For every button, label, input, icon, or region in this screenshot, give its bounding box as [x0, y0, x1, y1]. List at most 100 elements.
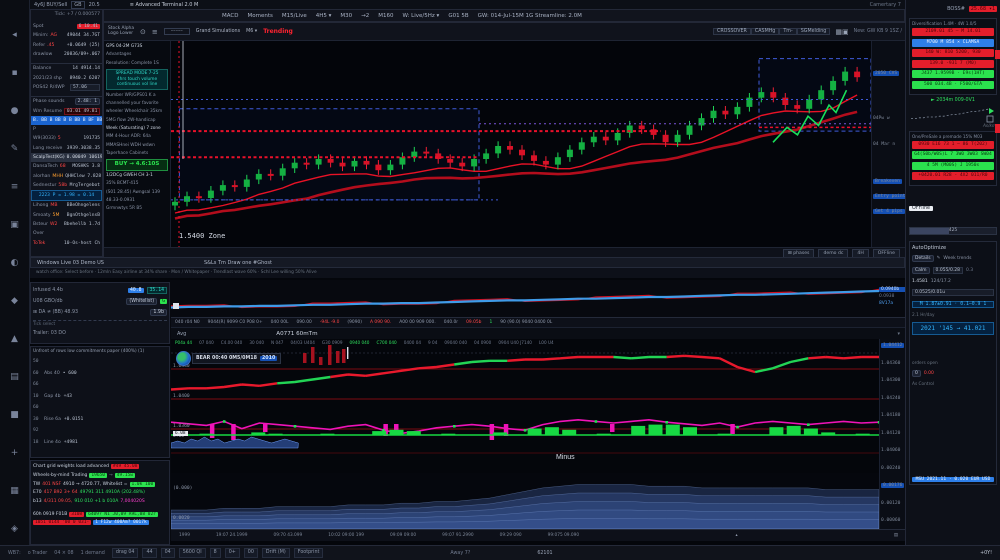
- market-row[interactable]: Long receive 3939.3038.35: [31, 144, 102, 153]
- market-row[interactable]: Lihong MB BBeOhngelens: [31, 201, 102, 210]
- tool-icon[interactable]: ≡: [7, 180, 23, 194]
- status-tab[interactable]: 8: [210, 548, 221, 558]
- tool-icon[interactable]: ◂: [7, 28, 23, 42]
- market-row[interactable]: Spot 6 10.41: [31, 22, 102, 31]
- timeframe-dropdown[interactable]: M6 ▾: [246, 29, 257, 34]
- status-tab[interactable]: Footprint: [294, 548, 324, 558]
- scroll-up-icon[interactable]: ▴: [735, 533, 737, 538]
- market-row[interactable]: DansaTech 68 MOSHKS 3.8: [31, 162, 102, 171]
- market-row[interactable]: Phase sounds 2.48: 1: [31, 97, 102, 106]
- market-row[interactable]: Refer .45 +0.0649 (25): [31, 41, 102, 50]
- grid-icon[interactable]: ▤: [894, 533, 898, 538]
- range-field[interactable]: 0.055/0.28: [933, 267, 963, 274]
- market-row[interactable]: ToTek 10-Os-host Ch: [31, 239, 102, 248]
- menu-item[interactable]: MACD: [222, 13, 239, 19]
- depth-row[interactable]: 60: [33, 402, 167, 414]
- chevron-down-icon[interactable]: ▾: [897, 331, 900, 337]
- ladder-row[interactable]: 140 W: 810 5200, 930: [912, 49, 994, 57]
- journal-log-panel[interactable]: Chart grid weights load advanced#49 45.0…: [30, 460, 170, 545]
- depth-row[interactable]: 10 Gap 4b +43: [33, 391, 167, 403]
- ladder-row[interactable]: 2109.01 45 — M 14.01: [912, 28, 994, 36]
- gear-icon[interactable]: ⊙: [140, 28, 146, 36]
- ladder-row[interactable]: 0930 E16 73 1 — 86 T(202): [912, 141, 994, 149]
- depth-row[interactable]: 50: [33, 356, 167, 368]
- market-row[interactable]: Over: [31, 229, 102, 238]
- tool-icon[interactable]: +: [7, 446, 23, 460]
- depth-row[interactable]: 18 Line 4o +4981: [33, 437, 167, 449]
- market-row[interactable]: Smoaty 5M BgnOthgelnsB: [31, 211, 102, 220]
- menu-item[interactable]: G01 5B: [448, 13, 468, 19]
- tool-icon[interactable]: ◆: [7, 294, 23, 308]
- status-tab[interactable]: Drift (M): [262, 548, 290, 558]
- market-row[interactable]: P: [31, 125, 102, 134]
- account-chip[interactable]: GB: [71, 1, 84, 9]
- signal-row[interactable]: ⊞ DA ≠ (BB) 48.93 1.9b: [33, 307, 167, 318]
- tool-icon[interactable]: ▣: [7, 218, 23, 232]
- status-tab[interactable]: 00: [244, 548, 258, 558]
- main-candlestick-chart[interactable]: 1.5400 Zone: [171, 41, 871, 247]
- offline-button[interactable]: OFFline: [909, 206, 933, 211]
- ladder-row[interactable]: 4 5M (M00S) J 1950s: [912, 162, 994, 170]
- market-row[interactable]: drawlow 20836/09+.067: [31, 50, 102, 59]
- tool-icon[interactable]: ◐: [7, 256, 23, 270]
- range-selector[interactable]: –––––: [164, 28, 190, 35]
- status-tab[interactable]: 5600 QI: [179, 548, 206, 558]
- ladder-row[interactable]: J437 1.9599B · E9s(1HT): [912, 70, 994, 78]
- status-tab[interactable]: 0+: [225, 548, 240, 558]
- tool-icon[interactable]: ▪: [7, 66, 23, 80]
- strategy-chip[interactable]: CASMHg: [751, 28, 779, 35]
- status-tab[interactable]: drag 04: [112, 548, 139, 558]
- view-icon[interactable]: ▣: [842, 28, 849, 36]
- tool-icon[interactable]: ■: [7, 408, 23, 422]
- depth-row[interactable]: 30 Rise 6a +0.0151: [33, 414, 167, 426]
- mode-chip[interactable]: Calm: [912, 267, 930, 274]
- menu-item[interactable]: M30: [340, 13, 352, 19]
- menu-item[interactable]: →2: [361, 13, 369, 19]
- menu-item[interactable]: W: Live/5Hz ▾: [402, 13, 439, 19]
- market-row[interactable]: W9(3033) 5 191735: [31, 134, 102, 143]
- tool-icon[interactable]: ▲: [7, 332, 23, 346]
- market-row[interactable]: 2021/23 shp 8940.2 6207: [31, 73, 102, 82]
- tool-icon[interactable]: ◈: [7, 522, 23, 536]
- edit-icon[interactable]: ✎: [937, 256, 941, 261]
- status-tab[interactable]: 44: [142, 548, 156, 558]
- menu-item[interactable]: M15/Live: [282, 13, 307, 19]
- market-row[interactable]: 2223 P = 1.98 = 0.14: [31, 190, 102, 201]
- ladder-row[interactable]: 500 034.4B · F500/GTA: [912, 81, 994, 89]
- ridge-area-chart[interactable]: (0.000)0.0020: [171, 473, 879, 529]
- spread-line-chart[interactable]: [171, 283, 879, 317]
- qty-value[interactable]: 0: [912, 370, 921, 377]
- menu-item[interactable]: 4H5 ▾: [316, 13, 332, 19]
- market-row[interactable]: Sednestur 58b MrgTergebot: [31, 181, 102, 190]
- tab-week-trends[interactable]: Week trends: [943, 256, 971, 261]
- view-icon[interactable]: ▦: [835, 28, 842, 36]
- menu-icon[interactable]: ≡: [152, 28, 158, 36]
- market-row[interactable]: alorhan MHH QHHClew 7.828: [31, 171, 102, 180]
- indicator-search-pill[interactable]: BEAR 00:40 0M5/0M18 2010: [192, 353, 281, 364]
- ladder-row[interactable]: +0420.01 R28 - 4X2 011/R0: [912, 172, 994, 180]
- strategy-chip[interactable]: SGMelding: [797, 28, 831, 35]
- tool-icon[interactable]: ●: [7, 104, 23, 118]
- market-row[interactable]: B. BB B BB B B BB B BF BB: [31, 116, 102, 125]
- signal-row[interactable]: Trailer: 03 DO: [33, 328, 167, 339]
- tool-icon[interactable]: ✎: [7, 142, 23, 156]
- signal-row[interactable]: U08 GBO/db (Whitelist) G: [33, 296, 167, 307]
- status-tab[interactable]: 04: [161, 548, 175, 558]
- simulation-label[interactable]: Grand Simulations: [196, 29, 240, 34]
- market-row[interactable]: Wm Resume 03.01 49.81: [31, 106, 102, 115]
- ladder-row[interactable]: G4(S0b/W0S)L 7 3W0 3W03 SW04: [912, 151, 994, 159]
- market-row[interactable]: Minim: AG 49044 34.7GT: [31, 31, 102, 40]
- menu-item[interactable]: GW: 014-Jul-15M 1G Streamline: 2.0M: [478, 13, 582, 19]
- lot-field[interactable]: 0.0525/0.01u: [912, 289, 994, 296]
- depth-row[interactable]: 60 Abs 40 • 600: [33, 368, 167, 380]
- subwindow-title-bar[interactable]: Windows Live 03 Demo US S&Ls Tm Draw one…: [30, 257, 905, 268]
- market-row[interactable]: Bsteur W2 Bbehellb 1.7d: [31, 220, 102, 229]
- depth-row[interactable]: 92: [33, 425, 167, 437]
- market-row[interactable]: ScalpTest(KG) 0.00049 10619: [31, 153, 102, 162]
- market-row[interactable]: Balance 14 4914.14: [31, 64, 102, 73]
- ladder-row[interactable]: M700 M 854 × CLAMSA: [912, 39, 994, 47]
- signal-row[interactable]: Infused 4.4b 40.8 35.14: [33, 285, 167, 296]
- menu-item[interactable]: Moments: [248, 13, 273, 19]
- market-row[interactable]: POS42 R/4WP 57.06: [31, 83, 102, 92]
- tool-icon[interactable]: ▤: [7, 370, 23, 384]
